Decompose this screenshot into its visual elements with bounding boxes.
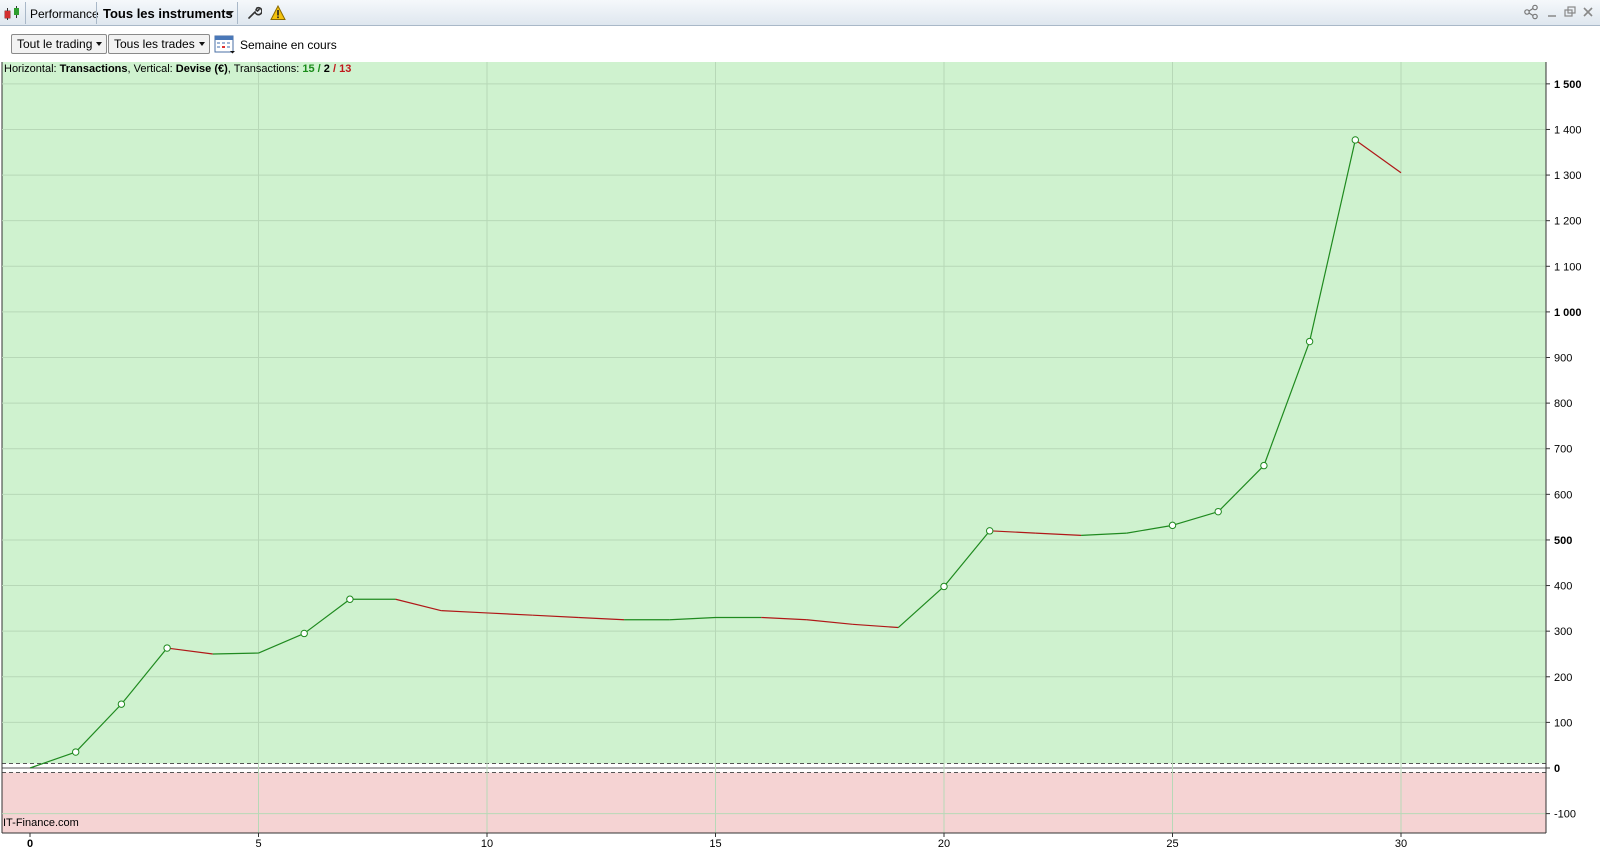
separator: / [329,63,340,75]
data-point [117,700,126,708]
loss-zone [2,772,1546,833]
y-tick-label: 400 [1554,581,1572,593]
chart-info: Horizontal: Transactions, Vertical: Devi… [4,63,351,75]
y-tick-label: 1 000 [1554,307,1582,319]
y-tick-label: -100 [1554,809,1576,821]
y-tick-label: 800 [1554,398,1572,410]
data-point [940,582,948,591]
vertical-value: Devise (€) [175,63,228,75]
transactions-prefix: , Transactions: [227,63,303,75]
y-tick-label: 300 [1554,626,1572,638]
data-point [300,629,308,638]
vertical-prefix: , Vertical: [127,63,176,75]
data-point [163,644,171,652]
x-tick-label: 30 [1395,838,1407,850]
wrench-icon[interactable] [246,5,262,21]
winning-count: 15 [302,63,315,75]
y-tick-label: 1 300 [1554,170,1582,182]
data-point [72,748,80,756]
trading-select-label: Tout le trading [17,37,93,51]
y-tick-label: 500 [1554,535,1572,547]
divider [96,2,97,24]
y-tick-label: 700 [1554,444,1572,456]
y-tick-label: 0 [1554,763,1560,775]
y-tick-label: 900 [1554,353,1572,365]
data-point [346,595,354,603]
x-tick-label: 15 [709,838,721,850]
data-point [1351,136,1360,144]
trading-select[interactable]: Tout le trading [11,34,108,54]
divider [237,2,238,24]
y-tick-label: 600 [1554,489,1572,501]
close-icon[interactable] [1580,4,1596,20]
y-tick-label: 1 500 [1554,79,1582,91]
candlestick-icon[interactable] [4,5,22,21]
divider [25,2,26,24]
data-point [1260,461,1268,470]
x-tick-label: 5 [255,838,261,850]
trades-select[interactable]: Tous les trades [108,34,210,54]
data-point [986,527,994,535]
instruments-dropdown[interactable]: Tous les instruments [103,6,233,21]
x-tick-label: 10 [481,838,493,850]
data-point [1214,507,1222,516]
brand-watermark: IT-Finance.com [3,817,79,829]
period-label[interactable]: Semaine en cours [240,38,337,52]
y-tick-label: 1 100 [1554,261,1582,273]
chevron-down-icon [96,42,103,46]
x-tick-label: 25 [1166,838,1178,850]
losing-count: 13 [339,63,352,75]
chevron-down-icon[interactable] [226,11,234,15]
separator: / [314,63,324,75]
restore-icon[interactable] [1562,4,1578,20]
performance-chart[interactable]: -10001002003004005006007008009001 0001 1… [0,62,1600,850]
profit-zone [2,62,1546,764]
chevron-down-icon [198,42,205,46]
x-tick-label: 0 [27,838,33,850]
horizontal-prefix: Horizontal: [4,63,60,75]
performance-tab[interactable]: Performance [30,7,99,21]
y-tick-label: 200 [1554,672,1572,684]
horizontal-value: Transactions [59,63,128,75]
warning-icon[interactable] [270,5,286,21]
x-tick-label: 20 [938,838,950,850]
share-icon[interactable] [1523,4,1539,20]
y-tick-label: 1 400 [1554,124,1582,136]
y-tick-label: 100 [1554,717,1572,729]
calendar-icon[interactable] [214,34,236,54]
minimize-icon[interactable] [1544,4,1560,20]
data-point [1305,337,1314,346]
y-tick-label: 1 200 [1554,216,1582,228]
title-bar: Performance Tous les instruments [0,0,1600,26]
trades-select-label: Tous les trades [114,37,195,51]
data-point [1168,521,1177,530]
